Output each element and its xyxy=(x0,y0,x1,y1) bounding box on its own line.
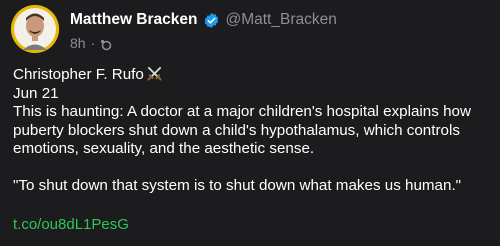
quoted-author-name[interactable]: Christopher F. Rufo xyxy=(13,66,144,83)
verified-badge-icon xyxy=(203,12,220,29)
post-link[interactable]: t.co/ou8dL1PesG xyxy=(13,216,129,233)
quoted-author-line: Christopher F. Rufo xyxy=(13,66,492,85)
post-card: Matthew Bracken @Matt_Bracken 8h · Chris… xyxy=(0,0,500,246)
client-app-icon xyxy=(100,37,112,51)
display-name[interactable]: Matthew Bracken xyxy=(70,10,197,30)
body-line-2: puberty blockers shut down a child's hyp… xyxy=(13,121,460,139)
meta-separator: · xyxy=(90,35,96,51)
post-time[interactable]: 8h xyxy=(70,34,86,52)
post-header: Matthew Bracken @Matt_Bracken 8h · xyxy=(70,10,490,52)
post-body: Christopher F. Rufo Jun 21 This is haunt… xyxy=(13,66,492,196)
crossed-swords-icon xyxy=(147,66,162,81)
post-meta: 8h · xyxy=(70,34,490,52)
avatar[interactable] xyxy=(11,5,59,53)
body-quote-line: "To shut down that system is to shut dow… xyxy=(13,177,462,194)
body-line-1: This is haunting: A doctor at a major ch… xyxy=(13,103,471,120)
body-line-3: emotions, sexuality, and the aesthetic s… xyxy=(13,140,315,157)
author-handle[interactable]: @Matt_Bracken xyxy=(225,10,336,30)
author-line: Matthew Bracken @Matt_Bracken xyxy=(70,10,490,30)
avatar-portrait-icon xyxy=(11,5,59,53)
quoted-date: Jun 21 xyxy=(13,84,59,102)
